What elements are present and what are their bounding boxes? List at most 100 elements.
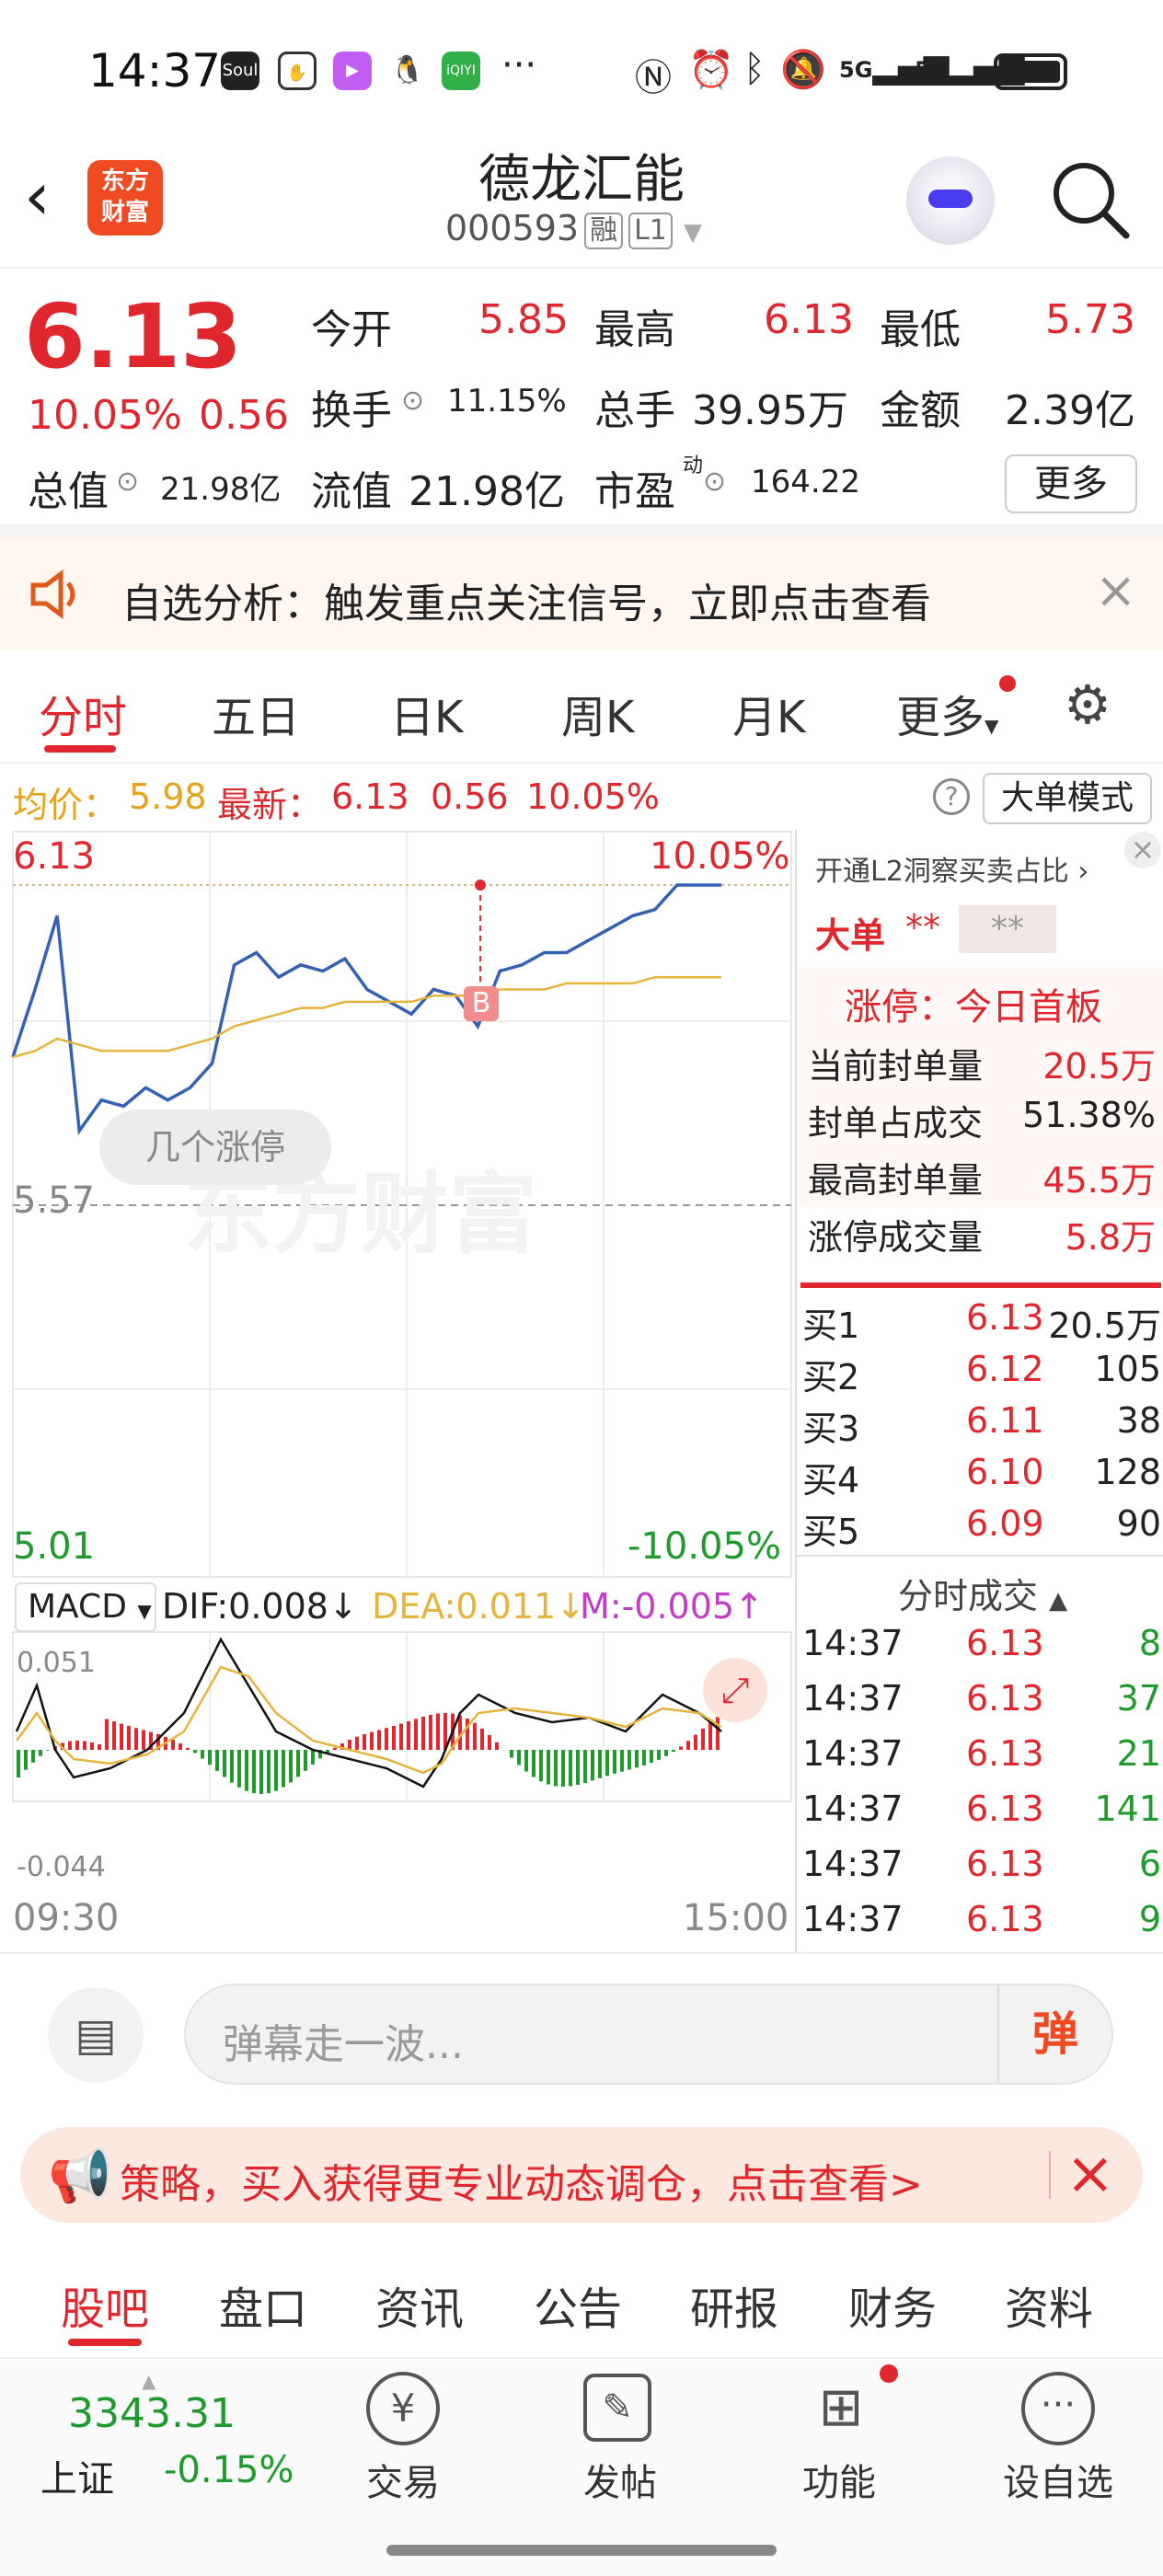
tab-order-book[interactable]: 盘口 <box>219 2272 307 2337</box>
intraday-chart[interactable]: 6.13 10.05% 5.57 5.01 -10.05% 东方财富 几个涨停 … <box>0 830 795 1952</box>
dropdown-arrow-icon: ▼ <box>683 219 702 247</box>
nav-add-watchlist[interactable]: 设自选 <box>985 2453 1132 2506</box>
tab-finance[interactable]: 财务 <box>848 2272 937 2337</box>
video-app-icon: ▶ <box>333 52 372 90</box>
tab-news[interactable]: 资讯 <box>375 2272 464 2337</box>
tab-announcements[interactable]: 公告 <box>534 2272 622 2337</box>
more-quote-button[interactable]: 更多 <box>1005 454 1137 513</box>
y-label-mid: 5.57 <box>13 1179 96 1222</box>
tab-research[interactable]: 研报 <box>690 2272 778 2337</box>
tab-more-label: 更多 <box>896 692 985 743</box>
tick-row: 14:37 6.13 21 <box>802 1733 1161 1788</box>
tab-more[interactable]: 更多▼ <box>896 681 998 745</box>
tick-trades-header[interactable]: 分时成交 ▲ <box>898 1568 1067 1618</box>
settings-gear-icon[interactable]: ⚙ <box>1064 673 1111 736</box>
macd-selector[interactable]: MACD ▼ <box>15 1582 156 1632</box>
tab-monthly-k[interactable]: 月K <box>732 681 805 745</box>
bid-volume: 128 <box>1094 1452 1161 1492</box>
stock-code-row[interactable]: 000593 融 L1 ▼ <box>445 208 702 249</box>
macd-bar <box>488 1734 491 1750</box>
tab-five-day[interactable]: 五日 <box>212 681 300 745</box>
tab-profile[interactable]: 资料 <box>1005 2272 1093 2337</box>
bid-volume: 38 <box>1116 1400 1161 1441</box>
macd-bar <box>193 1750 197 1754</box>
more-circle-icon[interactable]: ··· <box>1021 2372 1095 2445</box>
soul-app-icon: Soul <box>221 52 259 90</box>
m-value: M:-0.005↑ <box>580 1586 764 1627</box>
tab-forum[interactable]: 股吧 <box>61 2272 149 2337</box>
battery-icon <box>994 53 1067 90</box>
info-icon[interactable]: ⊙ <box>116 466 139 498</box>
post-list-icon[interactable]: ▤ <box>48 1987 144 2083</box>
macd-bar <box>532 1750 535 1777</box>
seal-row-2: 封单占成交 51.38% <box>808 1095 1156 1145</box>
info-icon[interactable]: ⊙ <box>401 385 424 417</box>
buy-point-dot <box>475 880 486 891</box>
turnover-label: 换手 <box>311 387 392 434</box>
seal-key: 涨停成交量 <box>808 1217 984 1258</box>
tick-volume: 37 <box>1116 1678 1161 1719</box>
macd-bar <box>201 1750 204 1759</box>
tab-intraday[interactable]: 分时 <box>39 681 127 745</box>
turnover-value: 11.15% <box>447 383 567 420</box>
danmu-input[interactable]: 弹幕走一波... 弹 <box>184 1984 1113 2085</box>
close-icon[interactable]: × <box>1124 832 1161 868</box>
network-label-2: 5G <box>915 57 949 83</box>
bluetooth-icon: ᛒ <box>743 48 766 90</box>
price-line-group <box>11 880 721 1135</box>
functions-grid-icon[interactable]: ⊞ <box>806 2374 876 2444</box>
ticks-title: 分时成交 <box>898 1576 1039 1616</box>
macd-bar <box>679 1746 683 1750</box>
nav-functions[interactable]: 功能 <box>766 2453 913 2506</box>
trade-icon[interactable]: ¥ <box>366 2372 440 2445</box>
danmu-button[interactable]: 弹 <box>997 1985 1111 2083</box>
network-label-1: 5G <box>839 57 873 83</box>
macd-bar <box>657 1750 661 1760</box>
open-value: 5.85 <box>478 296 569 343</box>
info-icon[interactable]: ⊙ <box>703 466 726 498</box>
speaker-icon <box>30 569 75 619</box>
content-tabs: 股吧 盘口 资讯 公告 研报 财务 资料 <box>0 2243 1163 2359</box>
notification-dot <box>880 2364 898 2383</box>
compose-icon[interactable]: ✎ <box>583 2374 651 2442</box>
assistant-robot-icon[interactable] <box>906 156 995 245</box>
seal-val: 51.38% <box>1022 1095 1156 1135</box>
index-widget[interactable]: ▲ 3343.31 上证 -0.15% <box>37 2361 313 2526</box>
l2-insight-link[interactable]: 开通L2洞察买卖占比 › <box>815 848 1088 889</box>
tab-daily-k[interactable]: 日K <box>390 681 463 745</box>
bid-price: 6.10 <box>966 1452 1044 1492</box>
more-notifications-icon: ··· <box>501 44 537 86</box>
search-icon[interactable] <box>1049 158 1132 241</box>
tab-weekly-k[interactable]: 周K <box>561 681 634 745</box>
macd-bar <box>716 1717 720 1750</box>
macd-bar <box>98 1744 101 1750</box>
buy-marker[interactable]: B <box>464 986 499 1021</box>
macd-bar <box>686 1741 690 1750</box>
current-price: 6.13 <box>24 285 242 388</box>
help-icon[interactable]: ? <box>933 778 970 815</box>
nav-post[interactable]: 发帖 <box>547 2453 694 2506</box>
close-icon[interactable]: × <box>1095 561 1136 619</box>
watchlist-alert-banner[interactable]: 自选分析：触发重点关注信号，立即点击查看 × <box>0 537 1163 650</box>
big-order-mode-button[interactable]: 大单模式 <box>983 773 1152 824</box>
close-icon[interactable]: × <box>1065 2140 1115 2208</box>
tick-volume: 141 <box>1094 1788 1161 1829</box>
bid-level: 买4 <box>802 1460 860 1501</box>
macd-bar <box>414 1719 418 1750</box>
expand-icon[interactable]: ⤢ <box>703 1658 767 1722</box>
market-cap-value: 21.98亿 <box>160 471 282 508</box>
macd-bar <box>31 1750 35 1763</box>
pe-superscript: 动 <box>683 454 704 477</box>
nav-trade[interactable]: 交易 <box>329 2453 477 2506</box>
promo-banner[interactable]: 📢 策略，买入获得更专业动态调仓，点击查看> × <box>20 2127 1143 2223</box>
low-label: 最低 <box>880 306 961 353</box>
alarm-icon: ⏰ <box>688 49 734 91</box>
l2-link-text: 开通L2洞察买卖占比 <box>815 856 1069 888</box>
y-label-top: 6.13 <box>13 835 96 878</box>
qq-app-icon: 🐧 <box>388 52 427 90</box>
avg-label: 均价： <box>13 785 119 825</box>
macd-bar <box>83 1741 86 1750</box>
limit-up-pill[interactable]: 几个涨停 <box>99 1110 331 1185</box>
high-value: 6.13 <box>764 296 854 343</box>
bid-volume: 105 <box>1094 1349 1161 1389</box>
